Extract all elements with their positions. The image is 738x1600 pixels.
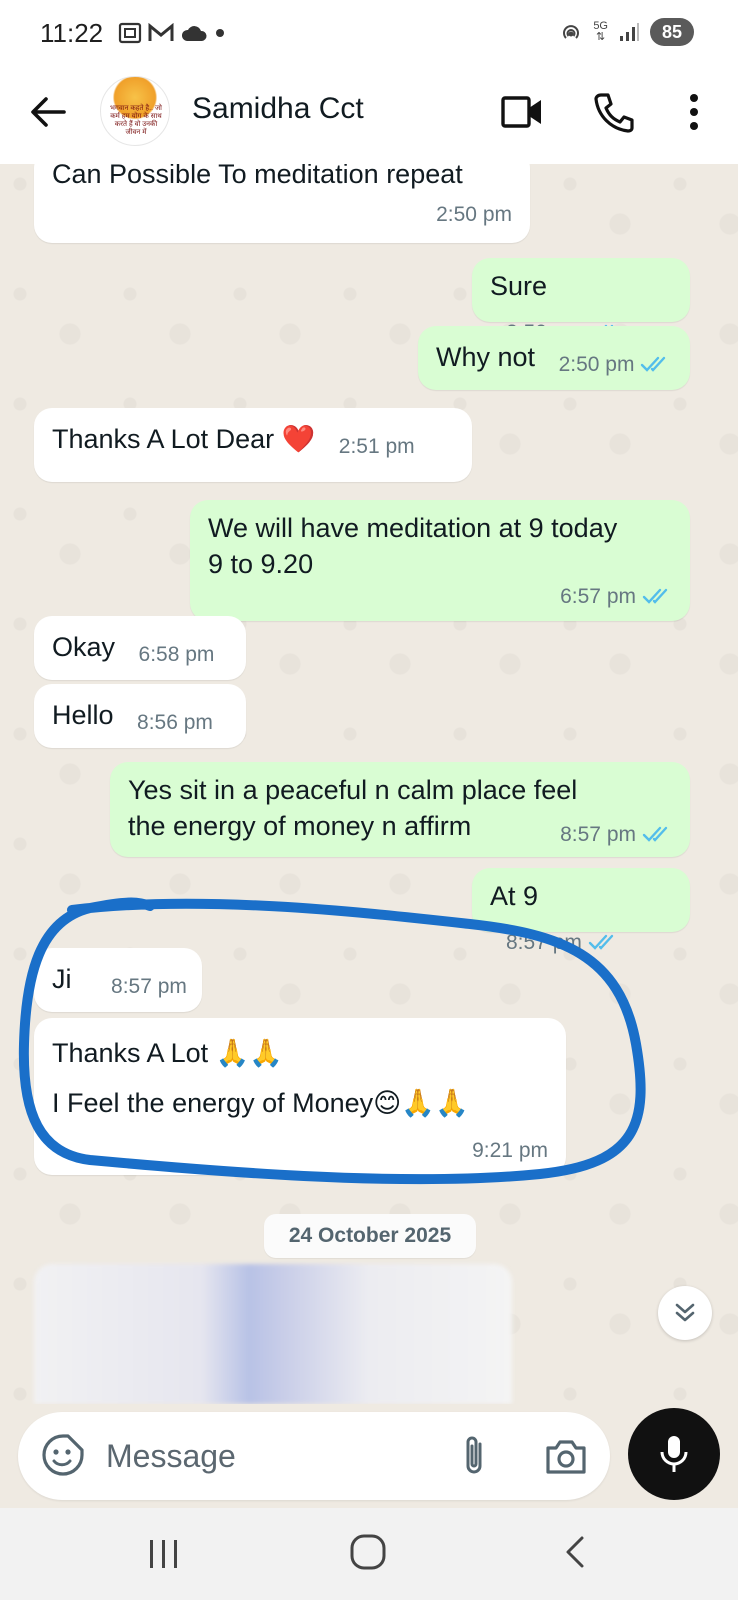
double-chevron-down-icon <box>675 1303 695 1322</box>
message-time: 2:51 pm <box>338 435 415 458</box>
nav-back-icon[interactable] <box>560 1532 590 1572</box>
read-ticks-icon <box>642 588 668 604</box>
message-compose-bar <box>18 1412 610 1500</box>
voice-record-button[interactable] <box>628 1408 720 1500</box>
message-text: Okay <box>52 632 116 662</box>
message-text: We will have meditation at 9 today 9 to … <box>208 513 618 579</box>
message-time: 6:57 pm <box>560 585 636 608</box>
more-options-icon[interactable] <box>684 90 704 134</box>
cloud-icon <box>181 26 207 41</box>
voice-call-icon[interactable] <box>592 90 636 134</box>
message-text: Thanks A Lot Dear ❤️ <box>52 424 316 454</box>
screenshot-icon <box>118 22 142 44</box>
status-icons-right: 5G ⇅ 85 <box>559 18 694 46</box>
status-icons-left <box>118 22 226 44</box>
system-navigation-bar <box>0 1508 738 1600</box>
battery-level: 85 <box>661 21 683 42</box>
message-incoming[interactable]: Thanks A Lot Dear ❤️ 2:51 pm <box>34 408 472 482</box>
status-time: 11:22 <box>40 18 104 48</box>
message-incoming[interactable]: Okay 6:58 pm <box>34 616 246 680</box>
message-input[interactable] <box>106 1434 426 1478</box>
scroll-to-bottom-button[interactable] <box>658 1286 712 1340</box>
video-call-icon[interactable] <box>500 94 544 130</box>
network-label: 5G <box>593 20 608 32</box>
message-time: 8:57 pm <box>506 931 582 954</box>
message-text: Why not <box>436 342 536 372</box>
message-text: Ji <box>52 964 72 994</box>
read-ticks-icon <box>641 356 666 372</box>
camera-icon[interactable] <box>544 1436 588 1476</box>
message-time: 9:21 pm <box>472 1139 548 1162</box>
message-text: Thanks A Lot 🙏🙏 I Feel the energy of Mon… <box>52 1038 469 1118</box>
message-time: 8:57 pm <box>560 823 636 846</box>
signal-icon <box>620 23 639 41</box>
chat-area[interactable]: Can Possible To meditation repeat 2:50 p… <box>0 164 738 1404</box>
hotspot-icon <box>563 25 580 39</box>
message-incoming[interactable]: Can Possible To meditation repeat 2:50 p… <box>34 164 530 243</box>
message-text: Hello <box>52 700 114 730</box>
date-separator: 24 October 2025 <box>264 1214 476 1258</box>
sticker-emoji-icon[interactable] <box>40 1432 86 1478</box>
read-ticks-icon <box>588 934 614 950</box>
microphone-icon <box>660 1436 688 1472</box>
message-outgoing[interactable]: At 9 8:57 pm <box>472 868 690 954</box>
message-incoming[interactable]: Hello 8:56 pm <box>34 684 246 748</box>
message-incoming[interactable]: Thanks A Lot 🙏🙏 I Feel the energy of Mon… <box>34 1018 566 1175</box>
message-time: 8:56 pm <box>137 711 213 734</box>
paperclip-icon[interactable] <box>454 1434 494 1480</box>
contact-name[interactable]: Samidha Cct <box>192 92 364 126</box>
message-outgoing[interactable]: Yes sit in a peaceful n calm place feel … <box>110 762 690 857</box>
avatar[interactable]: भगवान कहते है.. जो कर्म हम योग के साथ कर… <box>100 76 170 146</box>
message-time: 2:50 pm <box>436 203 512 226</box>
battery-icon: 85 <box>650 18 694 46</box>
dot-icon <box>216 29 224 37</box>
recent-apps-icon[interactable] <box>146 1534 182 1574</box>
read-ticks-icon <box>642 826 668 842</box>
message-text: Can Possible To meditation repeat <box>52 164 463 189</box>
message-time: 8:57 pm <box>111 975 187 998</box>
message-outgoing[interactable]: We will have meditation at 9 today 9 to … <box>190 500 690 621</box>
message-incoming[interactable]: Ji 8:57 pm <box>34 948 202 1012</box>
message-text: Sure <box>490 271 548 301</box>
home-icon[interactable] <box>348 1532 388 1572</box>
avatar-caption: भगवान कहते है.. जो कर्म हम योग के साथ कर… <box>110 105 162 136</box>
message-text: At 9 <box>490 881 539 911</box>
message-time: 2:50 pm <box>558 353 635 376</box>
blurred-media-message[interactable] <box>34 1264 512 1404</box>
back-arrow-icon[interactable] <box>26 90 70 134</box>
message-outgoing[interactable]: Why not 2:50 pm <box>418 326 690 390</box>
message-outgoing[interactable]: Sure 2:50 pm <box>472 258 690 344</box>
5g-icon: 5G ⇅ <box>593 20 608 43</box>
status-bar: 11:22 5G ⇅ 85 <box>0 0 738 66</box>
message-time: 6:58 pm <box>138 643 215 666</box>
gmail-icon <box>148 23 174 41</box>
chat-header: भगवान कहते है.. जो कर्म हम योग के साथ कर… <box>0 66 738 164</box>
